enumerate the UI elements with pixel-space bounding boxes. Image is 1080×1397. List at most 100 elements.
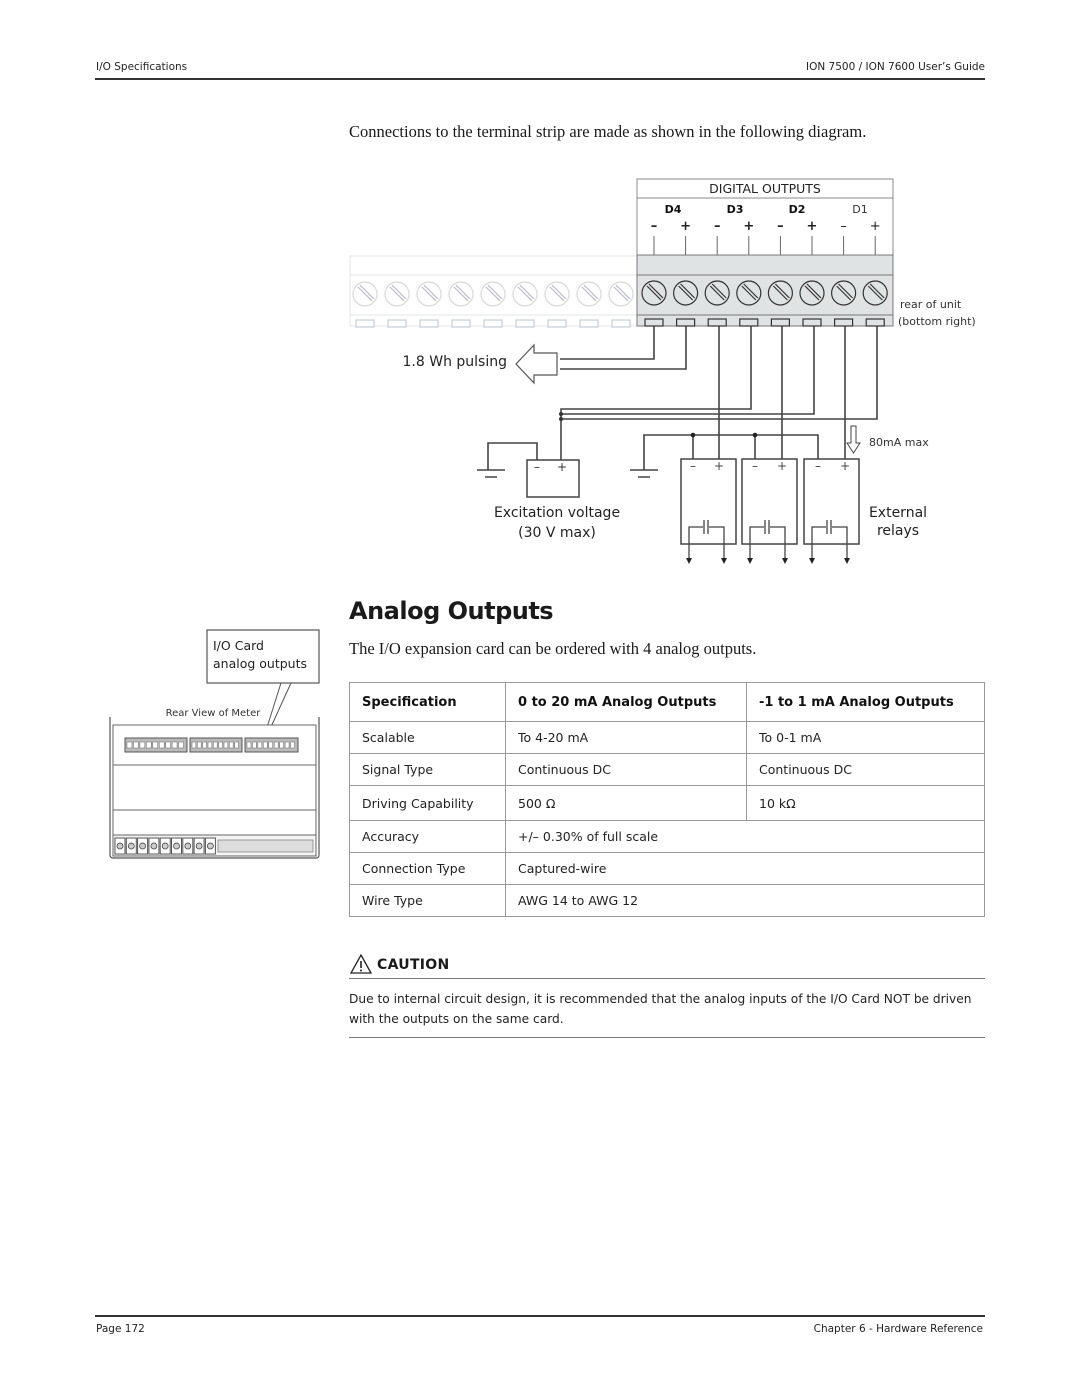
excitation-max-label: (30 V max) [518,525,596,541]
terminal-slot [579,319,599,328]
channel-label-d4: D4 [665,203,682,216]
terminal-slot [675,318,696,327]
spec-value: To 0-1 mA [746,721,985,754]
svg-text:+: + [557,460,567,474]
terminal-slot [739,318,759,327]
rear-of-unit-label: rear of unit [900,298,962,311]
channel-label-d1: D1 [852,203,867,216]
plus-sign: + [743,219,754,234]
terminal-slot [644,318,664,327]
svg-text:+: + [777,459,787,473]
arrow-down-icon [721,558,727,564]
rear-view-caption: Rear View of Meter [166,708,262,719]
footer-rule [95,1315,985,1317]
current-limit-label: 80mA max [869,436,929,449]
terminal-slot [387,319,407,328]
current-direction-arrow [846,425,861,454]
terminal-slot [355,319,375,328]
minus-sign: – [777,219,784,234]
terminal-slot [865,318,885,327]
terminal-slot [547,319,567,328]
spec-name: Scalable [349,721,506,754]
table-row: Signal Type Continuous DC Continuous DC [349,753,985,786]
column-header: 0 to 20 mA Analog Outputs [505,682,747,722]
terminal-slot [419,319,439,328]
spec-value: To 4-20 mA [505,721,747,754]
minus-sign: – [651,219,658,234]
spec-name: Driving Capability [349,785,506,821]
meter-rear-view-diagram: I/O Card analog outputs Rear View of Met… [109,629,320,859]
header-rule [95,78,985,80]
page-number: Page 172 [96,1323,145,1335]
terminal-slot [451,319,471,328]
spec-name: Connection Type [349,852,506,885]
spec-name: Accuracy [349,820,506,853]
external-relays: – + – + – + [680,458,860,564]
caution-title: CAUTION [377,957,450,973]
caution-bottom-rule [349,1037,985,1038]
io-card-callout-line2: analog outputs [213,656,307,671]
spec-value: +/– 0.30% of full scale [505,820,985,853]
digital-outputs-title: DIGITAL OUTPUTS [709,181,821,196]
digital-outputs-wiring-diagram: DIGITAL OUTPUTS D4 D3 D2 D1 – + – + – + – + rea… [349,178,976,564]
spec-value: AWG 14 to AWG 12 [505,884,985,917]
terminal-slot [611,319,631,328]
table-header-row: Specification 0 to 20 mA Analog Outputs … [349,682,985,722]
svg-text:–: – [815,459,821,473]
table-row: Scalable To 4-20 mA To 0-1 mA [349,721,985,754]
plus-sign: + [870,219,881,234]
caution-top-rule [349,978,985,979]
spec-name: Signal Type [349,753,506,786]
intro-paragraph: Connections to the terminal strip are ma… [349,122,867,141]
running-header-left: I/O Specifications [96,61,188,73]
table-row: Driving Capability 500 Ω 10 kΩ [349,785,985,821]
meter-comm-terminals [217,839,314,853]
wires [487,326,878,470]
running-header-right: ION 7500 / ION 7600 User’s Guide [805,61,985,73]
spec-value: 10 kΩ [746,785,985,821]
external-relays-label-2: relays [877,523,919,539]
svg-text:+: + [840,459,850,473]
channel-label-d2: D2 [789,203,806,216]
table-row: Accuracy +/– 0.30% of full scale [349,820,985,853]
section-intro: The I/O expansion card can be ordered wi… [349,639,757,658]
channel-label-d3: D3 [727,203,744,216]
terminal-slot [483,319,503,328]
svg-text:–: – [752,459,758,473]
plus-sign: + [680,219,691,234]
svg-text:+: + [714,459,724,473]
terminal-slot [833,318,854,327]
table-row: Wire Type AWG 14 to AWG 12 [349,884,985,917]
column-header: Specification [349,682,506,722]
arrow-down-icon [782,558,788,564]
io-card-callout-line1: I/O Card [213,638,264,653]
warning-triangle-icon [350,954,373,974]
external-relays-label-1: External [869,505,927,521]
svg-text:–: – [690,459,696,473]
chapter-label: Chapter 6 - Hardware Reference [813,1323,983,1335]
analog-output-spec-table: Specification 0 to 20 mA Analog Outputs … [349,682,985,917]
spec-value: Captured-wire [505,852,985,885]
arrow-down-icon [686,558,692,564]
arrow-down-icon [844,558,850,564]
spec-value: Continuous DC [746,753,985,786]
caution-body: Due to internal circuit design, it is re… [349,992,972,1026]
column-header: -1 to 1 mA Analog Outputs [746,682,985,722]
minus-sign: – [840,219,847,234]
section-title: Analog Outputs [349,597,554,625]
terminal-slot [707,318,727,327]
terminal-slot [802,318,822,327]
plus-sign: + [807,219,818,234]
svg-text:–: – [534,460,540,474]
minus-sign: – [714,219,721,234]
pulsing-output-arrow [515,343,558,385]
arrow-down-icon [809,558,815,564]
spec-value: 500 Ω [505,785,747,821]
spec-name: Wire Type [349,884,506,917]
terminal-slot [770,318,791,327]
excitation-voltage-label: Excitation voltage [494,505,620,521]
terminal-slot [515,319,535,328]
rear-bottom-right-label: (bottom right) [898,315,976,328]
table-row: Connection Type Captured-wire [349,852,985,885]
spec-value: Continuous DC [505,753,747,786]
